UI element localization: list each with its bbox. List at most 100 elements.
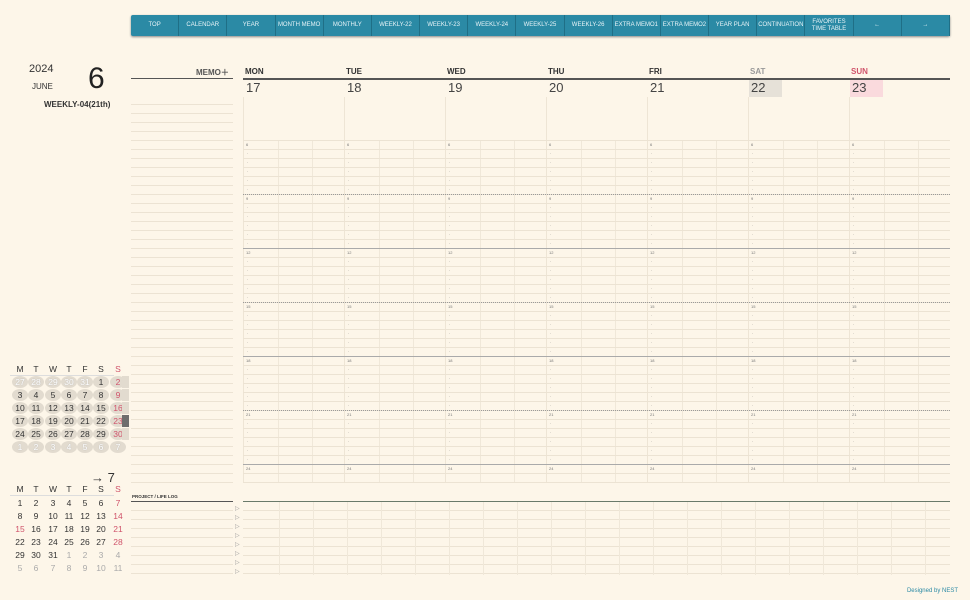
nav-monthly[interactable]: MONTHLY xyxy=(324,15,372,36)
cal-day[interactable]: 20 xyxy=(93,523,109,535)
cal-day[interactable]: 14 xyxy=(77,402,93,414)
cal-day[interactable]: 18 xyxy=(28,415,44,427)
log-triangle-icon[interactable]: ▷ xyxy=(235,550,240,557)
log-triangle-icon[interactable]: ▷ xyxy=(235,523,240,530)
day-date[interactable]: 20 xyxy=(547,80,580,97)
week-selector[interactable] xyxy=(122,428,129,440)
nav-weekly-23[interactable]: WEEKLY-23 xyxy=(420,15,469,36)
day-date[interactable]: 17 xyxy=(244,80,277,97)
day-date[interactable]: 21 xyxy=(648,80,681,97)
nav-[interactable]: ← xyxy=(854,15,902,36)
cal-day[interactable]: 4 xyxy=(110,549,126,561)
cal-day[interactable]: 20 xyxy=(61,415,77,427)
cal-day[interactable]: 29 xyxy=(93,428,109,440)
cal-day[interactable]: 15 xyxy=(12,523,28,535)
cal-day[interactable]: 24 xyxy=(45,536,61,548)
cal-day[interactable]: 7 xyxy=(77,389,93,401)
cal-day[interactable]: 29 xyxy=(45,376,61,388)
cal-day[interactable]: 8 xyxy=(61,562,77,574)
log-triangle-icon[interactable]: ▷ xyxy=(235,559,240,566)
cal-day[interactable]: 1 xyxy=(12,441,28,453)
cal-day[interactable]: 5 xyxy=(77,441,93,453)
cal-day[interactable]: 24 xyxy=(12,428,28,440)
cal-day[interactable]: 19 xyxy=(77,523,93,535)
cal-day[interactable]: 1 xyxy=(12,497,28,509)
cal-day[interactable]: 6 xyxy=(28,562,44,574)
cal-day[interactable]: 3 xyxy=(45,497,61,509)
day-date[interactable]: 19 xyxy=(446,80,479,97)
nav-[interactable]: → xyxy=(902,15,950,36)
cal-day[interactable]: 11 xyxy=(28,402,44,414)
cal-day[interactable]: 5 xyxy=(77,497,93,509)
cal-day[interactable]: 26 xyxy=(77,536,93,548)
cal-day[interactable]: 28 xyxy=(110,536,126,548)
cal-day[interactable]: 22 xyxy=(93,415,109,427)
log-triangle-icon[interactable]: ▷ xyxy=(235,568,240,575)
nav-extra-memo2[interactable]: EXTRA MEMO2 xyxy=(661,15,710,36)
cal-day[interactable]: 28 xyxy=(28,376,44,388)
nav-year-plan[interactable]: YEAR PLAN xyxy=(709,15,758,36)
cal-day[interactable]: 9 xyxy=(77,562,93,574)
cal-day[interactable]: 8 xyxy=(12,510,28,522)
cal-day[interactable]: 25 xyxy=(28,428,44,440)
cal-day[interactable]: 8 xyxy=(93,389,109,401)
log-triangle-icon[interactable]: ▷ xyxy=(235,514,240,521)
week-selector[interactable] xyxy=(122,415,129,427)
cal-day[interactable]: 27 xyxy=(12,376,28,388)
cal-day[interactable]: 18 xyxy=(61,523,77,535)
week-selector[interactable] xyxy=(122,402,129,414)
cal-day[interactable]: 6 xyxy=(61,389,77,401)
cal-day[interactable]: 27 xyxy=(61,428,77,440)
cal-day[interactable]: 13 xyxy=(61,402,77,414)
cal-day[interactable]: 2 xyxy=(77,549,93,561)
cal-day[interactable]: 25 xyxy=(61,536,77,548)
day-date[interactable]: 18 xyxy=(345,80,378,97)
day-date[interactable]: 23 xyxy=(850,80,883,97)
cal-day[interactable]: 14 xyxy=(110,510,126,522)
cal-day[interactable]: 10 xyxy=(45,510,61,522)
cal-day[interactable]: 3 xyxy=(45,441,61,453)
cal-day[interactable]: 3 xyxy=(12,389,28,401)
cal-day[interactable]: 4 xyxy=(28,389,44,401)
log-triangle-icon[interactable]: ▷ xyxy=(235,505,240,512)
cal-day[interactable]: 30 xyxy=(61,376,77,388)
cal-day[interactable]: 4 xyxy=(61,441,77,453)
memo-button[interactable]: MEMO＋ xyxy=(196,67,229,78)
cal-day[interactable]: 26 xyxy=(45,428,61,440)
cal-day[interactable]: 1 xyxy=(61,549,77,561)
cal-day[interactable]: 4 xyxy=(61,497,77,509)
nav-weekly-25[interactable]: WEEKLY-25 xyxy=(516,15,565,36)
cal-day[interactable]: 23 xyxy=(28,536,44,548)
cal-day[interactable]: 27 xyxy=(93,536,109,548)
cal-day[interactable]: 28 xyxy=(77,428,93,440)
month-number[interactable]: 6 xyxy=(88,62,105,96)
log-triangle-icon[interactable]: ▷ xyxy=(235,541,240,548)
cal-day[interactable]: 3 xyxy=(93,549,109,561)
cal-day[interactable]: 16 xyxy=(28,523,44,535)
nav-weekly-24[interactable]: WEEKLY-24 xyxy=(468,15,517,36)
cal-day[interactable]: 2 xyxy=(28,497,44,509)
cal-day[interactable]: 12 xyxy=(45,402,61,414)
week-selector[interactable] xyxy=(122,389,129,401)
week-selector[interactable] xyxy=(122,376,129,388)
nav-favorites-time-table[interactable]: FAVORITES TIME TABLE xyxy=(805,15,854,36)
cal-day[interactable]: 30 xyxy=(28,549,44,561)
cal-day[interactable]: 12 xyxy=(77,510,93,522)
nav-top[interactable]: TOP xyxy=(131,15,180,36)
cal-day[interactable]: 17 xyxy=(45,523,61,535)
nav-extra-memo1[interactable]: EXTRA MEMO1 xyxy=(613,15,661,36)
log-triangle-icon[interactable]: ▷ xyxy=(235,532,240,539)
nav-month-memo[interactable]: MONTH MEMO xyxy=(276,15,324,36)
cal-day[interactable]: 1 xyxy=(93,376,109,388)
cal-day[interactable]: 10 xyxy=(12,402,28,414)
cal-day[interactable]: 10 xyxy=(93,562,109,574)
cal-day[interactable]: 19 xyxy=(45,415,61,427)
cal-day[interactable]: 22 xyxy=(12,536,28,548)
nav-weekly-26[interactable]: WEEKLY-26 xyxy=(565,15,613,36)
nav-continuation[interactable]: CONTINUATION xyxy=(757,15,806,36)
cal-day[interactable]: 6 xyxy=(93,497,109,509)
day-date[interactable]: 22 xyxy=(749,80,782,97)
cal-day[interactable]: 7 xyxy=(110,497,126,509)
cal-day[interactable]: 13 xyxy=(93,510,109,522)
nav-year[interactable]: YEAR xyxy=(227,15,276,36)
